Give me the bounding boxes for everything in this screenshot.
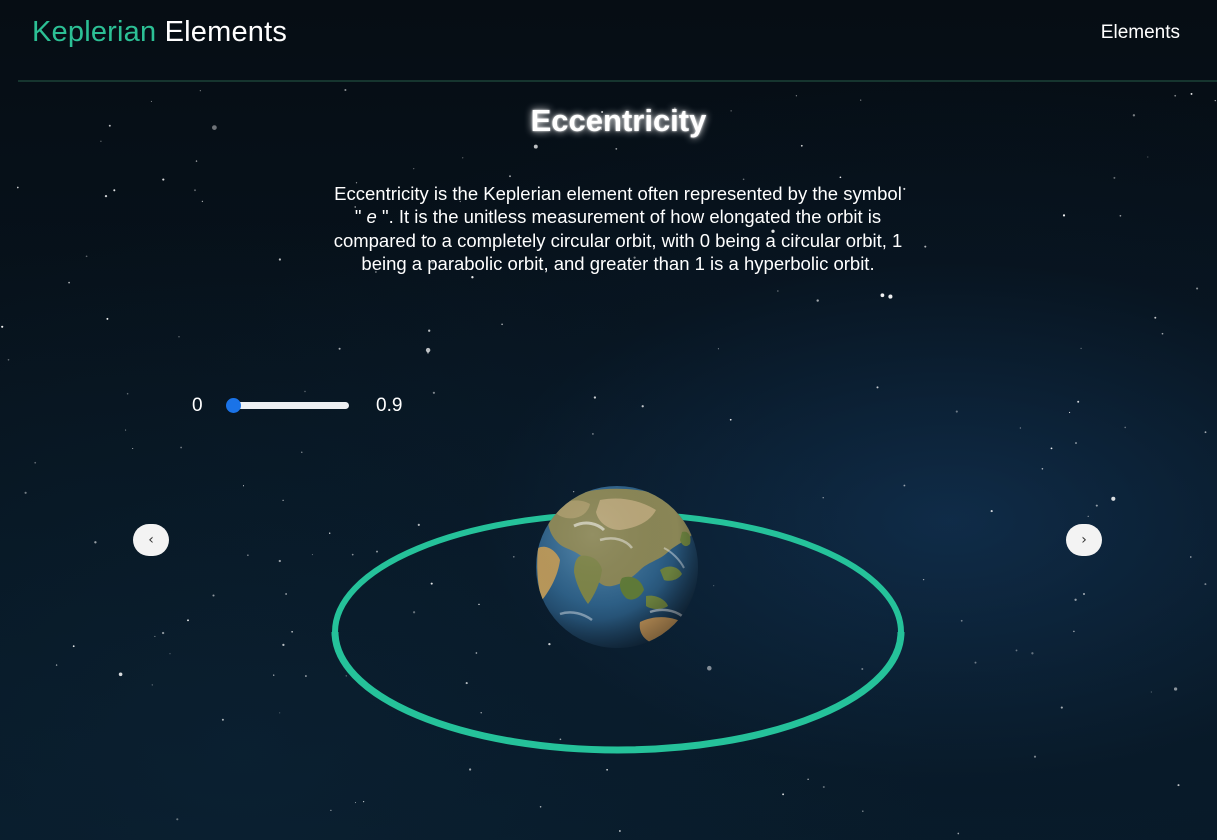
brand-accent-text: Keplerian [32, 16, 157, 48]
slider-max-label: 0.9 [376, 395, 403, 416]
brand-rest-text: Elements [156, 16, 288, 48]
slider-thumb[interactable] [226, 398, 241, 413]
eccentricity-slider[interactable] [226, 398, 349, 413]
eccentricity-slider-row: 0 0.9 [180, 392, 440, 420]
brand-logo[interactable]: Keplerian Elements [32, 16, 287, 49]
carousel-next-button[interactable]: › [1066, 524, 1102, 556]
chevron-left-icon: ‹ [148, 532, 154, 548]
slider-min-label: 0 [192, 395, 203, 416]
eccentricity-symbol: e [361, 206, 382, 228]
carousel-prev-button[interactable]: ‹ [133, 524, 169, 556]
nav-link-elements[interactable]: Elements [1101, 22, 1180, 44]
description-text: Eccentricity is the Keplerian element of… [333, 182, 903, 275]
orbit-ring-front [331, 631, 905, 754]
chevron-right-icon: › [1081, 532, 1087, 548]
page-title: Eccentricity [530, 103, 707, 138]
earth-globe-icon [536, 486, 698, 648]
navbar: Keplerian Elements Elements [18, 0, 1217, 82]
description-after-symbol: ". It is the unitless measurement of how… [333, 206, 903, 274]
